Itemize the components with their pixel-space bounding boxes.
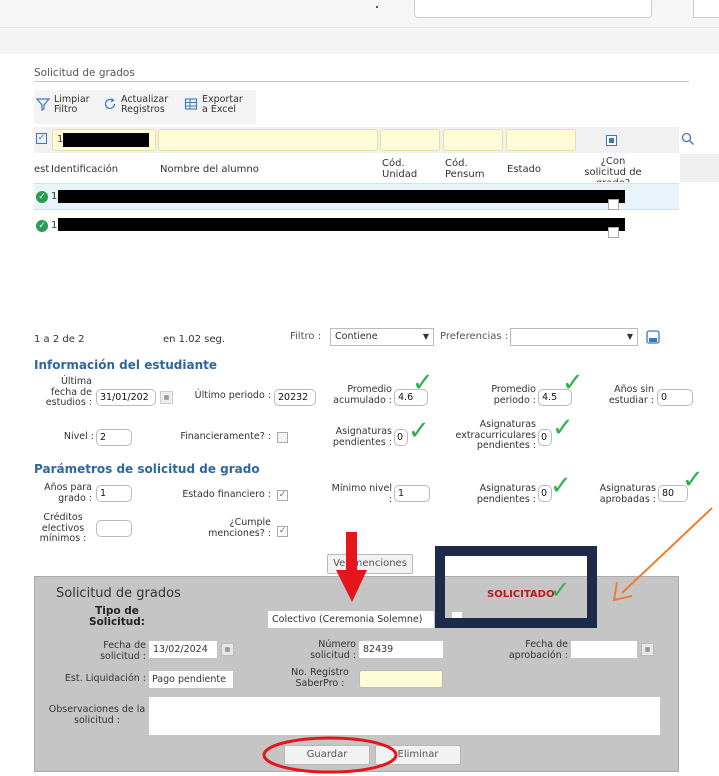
annotation-down-arrowhead	[336, 570, 367, 602]
annotation-circle	[262, 736, 398, 774]
annotation-down-arrow	[346, 532, 357, 572]
annotation-box	[435, 546, 597, 628]
annotation-arrow	[621, 507, 713, 594]
annotation-overlay	[262, 507, 713, 774]
